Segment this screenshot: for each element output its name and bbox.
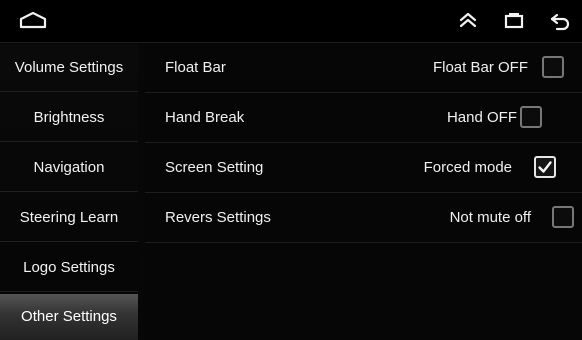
top-navigation-bar [0, 0, 582, 43]
sidebar-item-navigation[interactable]: Navigation [0, 144, 138, 192]
sidebar: Volume Settings Brightness Navigation St… [0, 44, 138, 340]
settings-screen: Volume Settings Brightness Navigation St… [0, 0, 582, 340]
back-icon[interactable] [549, 11, 571, 31]
sidebar-item-brightness[interactable]: Brightness [0, 94, 138, 142]
float-bar-checkbox[interactable] [542, 56, 564, 78]
setting-row-screen-setting[interactable]: Screen Setting Forced mode [145, 144, 582, 193]
checkmark-icon [538, 161, 552, 173]
setting-row-revers-settings[interactable]: Revers Settings Not mute off [145, 194, 582, 243]
setting-value: Float Bar OFF [432, 59, 528, 76]
sidebar-item-other-settings[interactable]: Other Settings [0, 294, 138, 340]
setting-label: Float Bar [165, 59, 226, 76]
sidebar-item-logo-settings[interactable]: Logo Settings [0, 244, 138, 292]
setting-row-hand-break[interactable]: Hand Break Hand OFF [145, 94, 582, 143]
setting-value: Not mute off [449, 209, 531, 226]
home-icon[interactable] [18, 10, 48, 30]
screen-setting-checkbox[interactable] [534, 156, 556, 178]
setting-label: Screen Setting [165, 159, 264, 176]
settings-list: Float Bar Float Bar OFF Hand Break Hand … [145, 44, 582, 340]
hand-break-checkbox[interactable] [520, 106, 542, 128]
revers-settings-checkbox[interactable] [552, 206, 574, 228]
sidebar-item-volume-settings[interactable]: Volume Settings [0, 44, 138, 92]
setting-label: Revers Settings [165, 209, 271, 226]
setting-label: Hand Break [165, 109, 245, 126]
setting-value: Forced mode [423, 159, 512, 176]
setting-row-float-bar[interactable]: Float Bar Float Bar OFF [145, 44, 582, 93]
recent-apps-icon[interactable] [503, 12, 525, 30]
collapse-icon[interactable] [457, 10, 479, 30]
setting-value: Hand OFF [446, 109, 517, 126]
sidebar-item-steering-learn[interactable]: Steering Learn [0, 194, 138, 242]
